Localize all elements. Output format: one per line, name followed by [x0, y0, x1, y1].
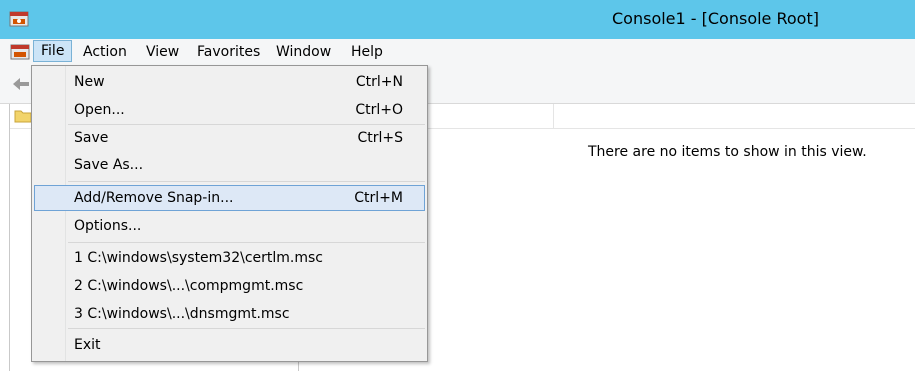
- menu-item-shortcut: Ctrl+S: [357, 130, 403, 146]
- menu-item-recent-1[interactable]: 1 C:\windows\system32\certlm.msc: [34, 245, 425, 271]
- menu-item-recent-3[interactable]: 3 C:\windows\...\dnsmgmt.msc: [34, 301, 425, 327]
- mmc-console-icon[interactable]: [9, 10, 29, 28]
- menu-help[interactable]: Help: [344, 41, 390, 63]
- menu-item-label: Add/Remove Snap-in...: [74, 190, 234, 206]
- menu-separator: [68, 181, 425, 182]
- menu-item-add-remove-snap-in[interactable]: Add/Remove Snap-in... Ctrl+M: [34, 185, 425, 211]
- menu-item-label: 2 C:\windows\...\compmgmt.msc: [74, 278, 304, 294]
- menu-item-label: Save As...: [74, 157, 144, 173]
- menu-file[interactable]: File: [33, 40, 73, 62]
- file-menu-dropdown: New Ctrl+N Open... Ctrl+O Save Ctrl+S Sa…: [31, 65, 428, 362]
- menu-action[interactable]: Action: [76, 41, 134, 63]
- menu-item-recent-2[interactable]: 2 C:\windows\...\compmgmt.msc: [34, 273, 425, 299]
- menu-item-label: 3 C:\windows\...\dnsmgmt.msc: [74, 306, 290, 322]
- menu-item-label: Exit: [74, 337, 101, 353]
- menu-item-exit[interactable]: Exit: [34, 332, 425, 358]
- menu-item-options[interactable]: Options...: [34, 213, 425, 239]
- title-bar: Console1 - [Console Root]: [0, 0, 915, 39]
- menu-separator: [68, 328, 425, 329]
- list-header: [427, 104, 915, 129]
- menu-item-label: Open...: [74, 102, 125, 118]
- menu-view[interactable]: View: [139, 41, 186, 63]
- child-window-icon[interactable]: [10, 43, 30, 61]
- menu-item-label: Options...: [74, 218, 142, 234]
- menu-item-new[interactable]: New Ctrl+N: [34, 69, 425, 95]
- menu-item-shortcut: Ctrl+M: [354, 190, 403, 206]
- back-arrow-icon[interactable]: [12, 76, 30, 92]
- menu-item-save[interactable]: Save Ctrl+S: [34, 125, 425, 151]
- empty-view-message: There are no items to show in this view.: [588, 144, 867, 160]
- menu-separator: [68, 242, 425, 243]
- folder-icon[interactable]: [14, 108, 32, 124]
- menu-item-save-as[interactable]: Save As...: [34, 152, 425, 178]
- window-title: Console1 - [Console Root]: [612, 9, 819, 28]
- column-divider[interactable]: [553, 104, 554, 128]
- menu-item-label: Save: [74, 130, 109, 146]
- menu-item-open[interactable]: Open... Ctrl+O: [34, 97, 425, 123]
- menu-item-shortcut: Ctrl+O: [355, 102, 403, 118]
- menu-item-shortcut: Ctrl+N: [355, 74, 403, 90]
- menu-window[interactable]: Window: [269, 41, 338, 63]
- menu-bar: File Action View Favorites Window Help: [0, 39, 915, 65]
- menu-item-label: 1 C:\windows\system32\certlm.msc: [74, 250, 323, 266]
- menu-favorites[interactable]: Favorites: [190, 41, 267, 63]
- menu-item-label: New: [74, 74, 105, 90]
